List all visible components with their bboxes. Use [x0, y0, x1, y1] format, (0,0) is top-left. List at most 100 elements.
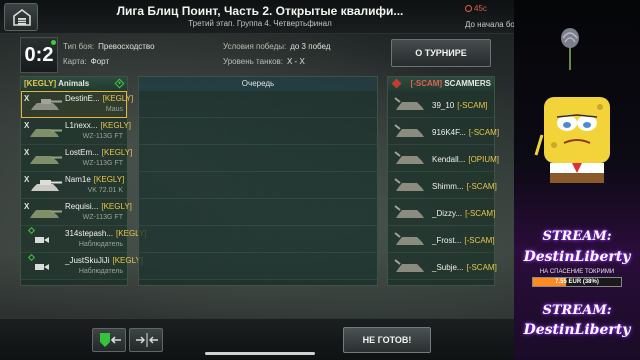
home-indicator — [205, 352, 315, 355]
game-lobby-area: Лига Блиц Поинт, Часть 2. Открытые квали… — [0, 0, 514, 360]
tank-destroyer-icon — [30, 210, 62, 218]
victory-label: Условия победы: — [223, 42, 287, 51]
enemy-row: _Frost... [-SCAM] — [388, 226, 495, 253]
player-row[interactable]: X DestinE... [KEGLY] Maus — [21, 91, 133, 118]
ready-diamond-icon — [27, 253, 36, 262]
battle-type-label: Тип боя: — [63, 42, 95, 51]
left-team-panel: [KEGLY] Animals X DestinE... [KEGLY] Maus… — [20, 76, 147, 286]
player-tank: WZ-113G FT — [82, 160, 123, 167]
ready-diamond-icon — [114, 78, 125, 89]
event-subtitle: Третий этап. Группа 4. Четвертьфинал — [188, 19, 332, 28]
top-bar: Лига Блиц Поинт, Часть 2. Открытые квали… — [0, 0, 514, 34]
player-name: _JustSkuJiJi [KEGLY] — [65, 256, 143, 265]
player-role: Наблюдатель — [78, 268, 123, 275]
leave-team-button[interactable] — [92, 328, 126, 352]
event-title: Лига Блиц Поинт, Часть 2. Открытые квали… — [116, 4, 404, 18]
tank-destroyer-icon — [30, 156, 62, 164]
start-label: До начала боя — [465, 20, 514, 29]
queue-slot[interactable] — [139, 253, 377, 280]
player-role: Наблюдатель — [78, 241, 123, 248]
enemy-row: _Dizzy... [-SCAM] — [388, 199, 496, 226]
heavy-tank-icon — [31, 180, 62, 191]
status-dot-icon — [51, 40, 56, 45]
queue-header: Очередь — [139, 77, 377, 91]
player-row[interactable]: 314stepash... [KEGLY] Наблюдатель — [21, 226, 147, 253]
tier-label: Уровень танков: — [223, 57, 283, 66]
garage-icon — [13, 9, 31, 26]
queue-slot[interactable] — [139, 118, 377, 145]
tank-destroyer-icon — [394, 232, 424, 245]
left-team-clan-tag: [KEGLY] — [24, 79, 57, 88]
player-name: Requisi... [KEGLY] — [65, 202, 132, 211]
score: 0:2 — [20, 37, 58, 73]
queue-panel: Очередь — [138, 76, 378, 286]
queue-slot[interactable] — [139, 145, 377, 172]
enemy-name: Kendall... [OPIUM] — [432, 155, 500, 164]
tank-destroyer-icon — [394, 205, 424, 218]
countdown-timer: 45с — [465, 4, 487, 13]
enemy-diamond-icon — [391, 78, 402, 89]
swap-arrows-icon — [136, 333, 158, 347]
left-team-name: Animals — [58, 79, 90, 88]
timer-value: 45с — [474, 4, 487, 13]
enemy-name: _Frost... [-SCAM] — [432, 236, 495, 245]
donation-progress-bar: 7.55 EUR (38%) — [532, 277, 622, 287]
garage-button[interactable] — [4, 3, 38, 31]
exit-shield-icon — [100, 333, 121, 347]
battle-info-panel: 0:2 Тип боя: Превосходство Карта: Форт Усл… — [20, 37, 494, 73]
right-team-clan-tag: [-SCAM] — [410, 79, 443, 88]
player-row[interactable]: X L1nexx... [KEGLY] WZ-113G FT — [21, 118, 131, 145]
spongebob-avatar-icon — [534, 97, 610, 183]
about-tournament-button[interactable]: О ТУРНИРЕ — [391, 39, 491, 67]
player-tank: WZ-113G FT — [82, 214, 123, 221]
clock-icon — [465, 5, 472, 12]
player-tank: WZ-113G FT — [82, 133, 123, 140]
player-row[interactable]: X Requisi... [KEGLY] WZ-113G FT — [21, 199, 132, 226]
right-team-header: [-SCAM] SCAMMERS — [388, 77, 494, 91]
player-row[interactable]: X LostEm... [KEGLY] WZ-113G FT — [21, 145, 132, 172]
left-team-header: [KEGLY] Animals — [21, 77, 127, 91]
tank-destroyer-icon — [30, 129, 62, 137]
player-tank: VK 72.01 K — [87, 187, 123, 194]
not-ready-button[interactable]: НЕ ГОТОВ! — [343, 327, 431, 353]
heavy-tank-icon — [31, 99, 62, 110]
tank-destroyer-icon — [394, 97, 424, 110]
enemy-name: 916K4F... [-SCAM] — [432, 128, 500, 137]
enemy-name: 39_10 [-SCAM] — [432, 101, 488, 110]
map-value: Форт — [90, 57, 110, 66]
rose-icon — [561, 28, 579, 70]
player-tank: Maus — [105, 106, 123, 113]
player-name: DestinE... [KEGLY] — [65, 94, 134, 103]
stream-overlay: STREAM: DestinLiberty НА СПАСЕНИЕ ТОКРИМ… — [514, 0, 640, 360]
enemy-row: 39_10 [-SCAM] — [388, 91, 494, 118]
enemy-name: _Subje... [-SCAM] — [432, 263, 497, 272]
stream-label: STREAM: — [542, 229, 612, 244]
player-row[interactable]: _JustSkuJiJi [KEGLY] Наблюдатель — [21, 253, 143, 280]
enemy-row: Shimm... [-SCAM] — [388, 172, 497, 199]
queue-slot[interactable] — [139, 91, 377, 118]
queue-slot[interactable] — [139, 172, 377, 199]
streamer-name: DestinLiberty — [523, 322, 631, 338]
streamer-name: DestinLiberty — [523, 249, 631, 265]
player-name: Nam1e [KEGLY] — [65, 175, 125, 184]
battle-type-value: Превосходство — [98, 42, 155, 51]
map-info: Карта: Форт — [63, 57, 109, 66]
enemy-row: Kendall... [OPIUM] — [388, 145, 499, 172]
swap-sides-button[interactable] — [129, 328, 163, 352]
queue-slot[interactable] — [139, 226, 377, 253]
right-team-panel: [-SCAM] SCAMMERS 39_10 [-SCAM] 916K4F...[… — [387, 76, 499, 286]
tank-destroyer-icon — [394, 124, 424, 137]
tank-destroyer-icon — [394, 151, 424, 164]
score-value: 0:2 — [24, 44, 54, 66]
victory-value: до 3 побед — [290, 42, 331, 51]
player-row[interactable]: X Nam1e [KEGLY] VK 72.01 K — [21, 172, 127, 199]
player-name: LostEm... [KEGLY] — [65, 148, 133, 157]
player-name: 314stepash... [KEGLY] — [65, 229, 147, 238]
tank-destroyer-icon — [394, 259, 424, 272]
queue-slot[interactable] — [139, 199, 377, 226]
stream-label: STREAM: — [542, 303, 612, 318]
tank-tier: Уровень танков: X - X — [223, 57, 305, 66]
enemy-name: _Dizzy... [-SCAM] — [432, 209, 496, 218]
map-label: Карта: — [63, 57, 87, 66]
enemy-row: 916K4F... [-SCAM] — [388, 118, 499, 145]
